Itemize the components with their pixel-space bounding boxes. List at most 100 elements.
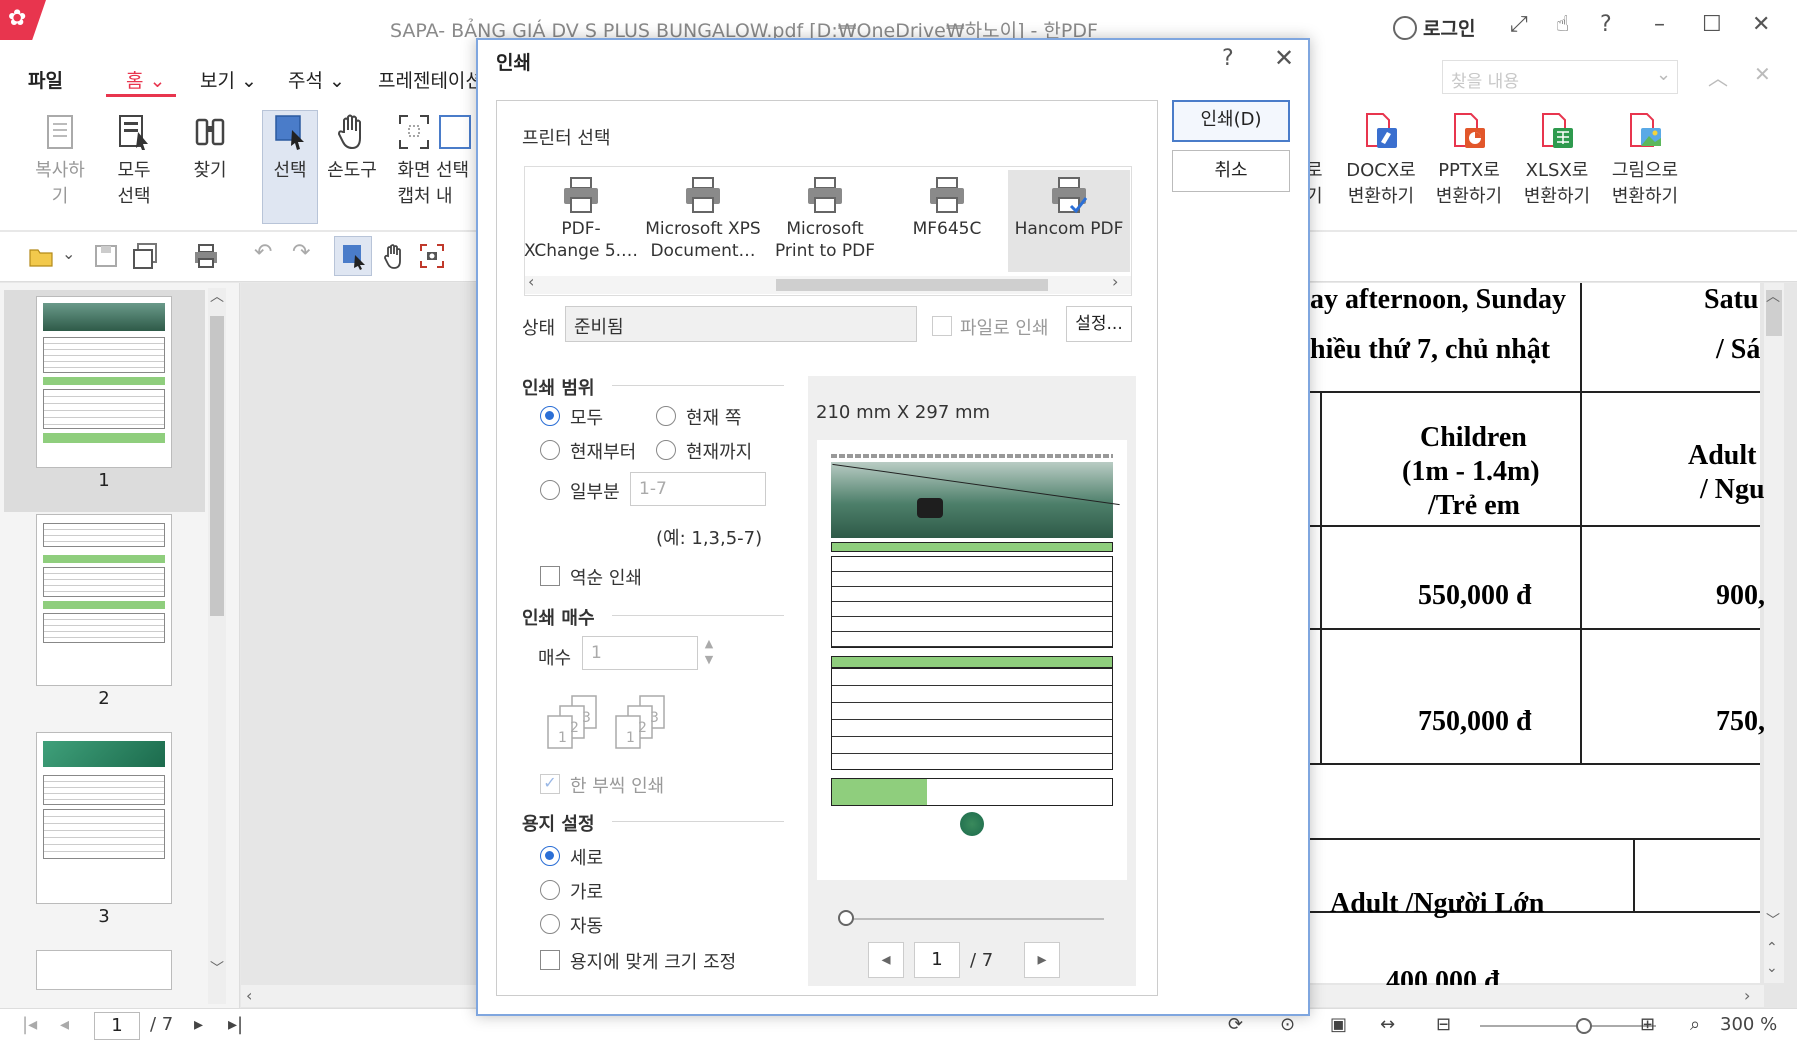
close-window-icon[interactable]: ✕ (1752, 12, 1770, 37)
dialog-help-icon[interactable]: ? (1222, 46, 1234, 71)
help-icon[interactable]: ? (1600, 12, 1612, 37)
login-button[interactable]: 로그인 (1393, 14, 1475, 41)
zoom-out-icon[interactable]: ⊟ (1436, 1014, 1451, 1035)
redo-icon[interactable]: ↷ (292, 240, 310, 265)
convert-docx-button[interactable]: DOCX로 변환하기 (1338, 112, 1424, 210)
preview-zoom-knob[interactable] (838, 910, 854, 926)
printer-scroll-right-icon[interactable]: › (1112, 272, 1118, 291)
minimize-icon[interactable]: – (1654, 12, 1665, 37)
print-to-file-checkbox[interactable] (932, 316, 952, 336)
prev-page-icon[interactable]: ⌃ (1766, 940, 1778, 956)
scroll-up-icon[interactable]: ︿ (210, 286, 224, 306)
copy-button[interactable]: 복사하기 (28, 112, 92, 210)
document-vertical-scrollbar[interactable] (1764, 283, 1784, 983)
maximize-icon[interactable]: ☐ (1702, 12, 1722, 37)
search-input[interactable]: 찾을 내용 (1442, 60, 1678, 94)
doc-scroll-left-icon[interactable]: ‹ (246, 986, 252, 1005)
page-thumbnail-1[interactable] (36, 296, 172, 468)
zoom-slider-knob[interactable] (1576, 1018, 1592, 1034)
quick-select-icon[interactable] (340, 242, 368, 270)
quick-capture-icon[interactable] (418, 242, 446, 270)
preview-page-input[interactable]: 1 (914, 942, 960, 978)
convert-image-button[interactable]: 그림으로 변환하기 (1602, 112, 1688, 210)
dialog-close-icon[interactable]: ✕ (1274, 44, 1294, 72)
doc-scroll-right-icon[interactable]: › (1744, 986, 1750, 1005)
printer-hancom-pdf[interactable]: Hancom PDF (1008, 170, 1130, 272)
close-doc-icon[interactable]: ✕ (1754, 62, 1771, 86)
printer-list-scrollbar-thumb[interactable] (776, 279, 1048, 291)
copies-input[interactable]: 1 (582, 636, 698, 670)
preview-prev-page-button[interactable]: ◂ (868, 942, 904, 978)
orientation-portrait-radio[interactable] (540, 846, 560, 866)
printer-scroll-left-icon[interactable]: ‹ (528, 272, 534, 291)
doc-scroll-up-icon[interactable]: ︿ (1766, 286, 1780, 306)
undo-icon[interactable]: ↶ (254, 240, 272, 265)
range-all-radio[interactable] (540, 406, 560, 426)
convert-partial-button[interactable]: 로기 (1306, 112, 1336, 210)
page-thumbnail-3[interactable] (36, 732, 172, 904)
touch-icon[interactable]: ☝ (1556, 12, 1569, 37)
fit-width-icon[interactable]: ↔ (1380, 1014, 1395, 1035)
actual-size-icon[interactable]: ⊙ (1280, 1014, 1295, 1035)
save-all-icon[interactable] (132, 242, 160, 270)
menu-tab-view[interactable]: 보기 ⌄ (200, 66, 257, 93)
range-current-radio[interactable] (656, 406, 676, 426)
open-dropdown-icon[interactable]: ⌄ (62, 244, 75, 263)
printer-settings-button[interactable]: 설정... (1066, 306, 1132, 342)
previous-page-icon[interactable]: ◂ (60, 1014, 69, 1035)
zoom-search-icon[interactable]: ⌕ (1690, 1014, 1700, 1035)
hand-tool-button[interactable]: 손도구 (320, 112, 384, 184)
thumbnail-scrollbar-thumb[interactable] (210, 316, 224, 616)
zoom-slider-track[interactable] (1480, 1025, 1656, 1027)
collate-checkbox[interactable]: ✓ (540, 774, 560, 794)
doc-scroll-down-icon[interactable]: ﹀ (1766, 910, 1780, 930)
menu-tab-annotation[interactable]: 주석 ⌄ (288, 66, 345, 93)
printer-microsoft-xps[interactable]: Microsoft XPS Document… (642, 170, 764, 272)
menu-file[interactable]: 파일 (28, 66, 63, 93)
fit-page-icon[interactable]: ▣ (1330, 1014, 1347, 1035)
range-from-current-radio[interactable] (540, 440, 560, 460)
fullscreen-icon[interactable]: ⤢ (1510, 12, 1528, 37)
menu-tab-home[interactable]: 홈 ⌄ (126, 66, 165, 93)
collapse-ribbon-icon[interactable]: ︿ (1708, 62, 1728, 91)
select-all-button[interactable]: 모두 선택 (102, 112, 166, 210)
last-page-icon[interactable]: ▸| (228, 1014, 243, 1035)
printer-pdf-xchange[interactable]: PDF- XChange 5.… (520, 170, 642, 272)
convert-pptx-button[interactable]: PPTX로 변환하기 (1426, 112, 1512, 210)
range-partial-radio[interactable] (540, 480, 560, 500)
save-icon[interactable] (92, 242, 120, 270)
next-page-button-icon[interactable]: ▸ (194, 1014, 203, 1035)
reading-mode-icon[interactable]: ⟳ (1228, 1014, 1243, 1035)
page-thumbnail-2[interactable] (36, 514, 172, 686)
preview-next-page-button[interactable]: ▸ (1024, 942, 1060, 978)
print-icon[interactable] (192, 242, 220, 270)
preview-zoom-slider[interactable] (842, 918, 1104, 920)
scroll-down-icon[interactable]: ﹀ (210, 958, 224, 978)
first-page-icon[interactable]: |◂ (22, 1014, 37, 1035)
find-button[interactable]: 찾기 (178, 112, 242, 184)
cancel-button[interactable]: 취소 (1172, 150, 1290, 192)
quick-hand-icon[interactable] (380, 242, 408, 270)
orientation-auto-radio[interactable] (540, 914, 560, 934)
zoom-in-icon[interactable]: ⊞ (1640, 1014, 1655, 1035)
convert-xlsx-button[interactable]: XLSX로 변환하기 (1514, 112, 1600, 210)
menu-tab-presentation[interactable]: 프레젠테이션 (378, 66, 483, 93)
select-tool-button[interactable]: 선택 (258, 112, 322, 184)
zoom-level[interactable]: 300 % (1720, 1014, 1777, 1035)
select-within-button[interactable]: 선택 내 (436, 112, 476, 210)
next-page-icon[interactable]: ⌄ (1766, 960, 1778, 976)
print-button[interactable]: 인쇄(D) (1172, 100, 1290, 142)
page-thumbnail-4[interactable] (36, 950, 172, 990)
range-to-current-radio[interactable] (656, 440, 676, 460)
print-range-title: 인쇄 범위 (522, 378, 595, 399)
search-dropdown-icon[interactable]: ⌄ (1656, 64, 1671, 85)
orientation-landscape-radio[interactable] (540, 880, 560, 900)
printer-mf645c[interactable]: MF645C (886, 170, 1008, 272)
fit-to-paper-checkbox[interactable] (540, 950, 560, 970)
range-partial-input[interactable]: 1-7 (630, 472, 766, 506)
open-folder-icon[interactable] (28, 242, 56, 270)
copies-stepper[interactable]: ▲ ▼ (700, 636, 718, 670)
current-page-input[interactable]: 1 (94, 1012, 140, 1040)
printer-microsoft-pdf[interactable]: Microsoft Print to PDF (764, 170, 886, 272)
reverse-print-checkbox[interactable] (540, 566, 560, 586)
